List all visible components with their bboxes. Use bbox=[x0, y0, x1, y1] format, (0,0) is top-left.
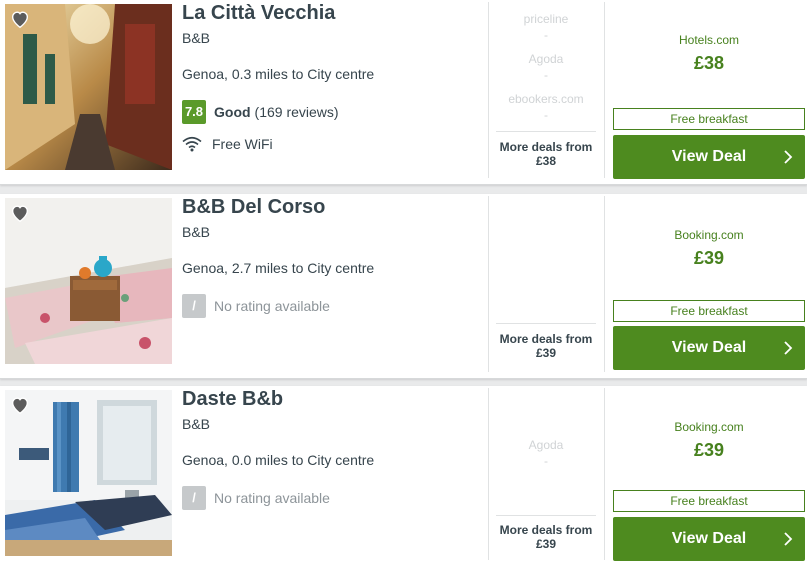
hotel-card: Daste B&b B&B Genoa, 0.0 miles to City c… bbox=[0, 386, 807, 564]
divider bbox=[488, 388, 489, 560]
wifi-icon bbox=[182, 136, 202, 152]
no-rating-badge: / bbox=[182, 294, 206, 318]
divider bbox=[488, 2, 489, 178]
chevron-right-icon bbox=[784, 150, 793, 164]
deal-site[interactable]: Agoda bbox=[496, 438, 596, 452]
more-deals-link[interactable]: More deals from £39 bbox=[496, 332, 596, 360]
no-rating-text: No rating available bbox=[214, 490, 330, 506]
amenity-label: Free WiFi bbox=[212, 136, 273, 152]
amenity: Free WiFi bbox=[182, 134, 273, 154]
hotel-type: B&B bbox=[182, 30, 211, 46]
review-count: (169 reviews) bbox=[254, 104, 339, 120]
divider bbox=[496, 323, 596, 324]
divider bbox=[604, 388, 605, 560]
hotel-card: La Città Vecchia B&B Genoa, 0.3 miles to… bbox=[0, 0, 807, 185]
heart-icon[interactable] bbox=[9, 202, 31, 224]
free-breakfast-badge: Free breakfast bbox=[613, 490, 805, 512]
hotel-name[interactable]: La Città Vecchia bbox=[182, 2, 335, 25]
hotel-photo[interactable] bbox=[5, 390, 172, 556]
view-deal-button[interactable]: View Deal bbox=[613, 517, 805, 561]
deal-price: - bbox=[544, 108, 548, 122]
hotel-type: B&B bbox=[182, 416, 211, 432]
view-deal-label: View Deal bbox=[671, 339, 747, 356]
rating: / No rating available bbox=[182, 294, 330, 318]
hotel-photo[interactable] bbox=[5, 198, 172, 364]
chevron-right-icon bbox=[784, 341, 793, 355]
deal-price: - bbox=[544, 454, 548, 468]
view-deal-label: View Deal bbox=[671, 148, 747, 165]
rating: / No rating available bbox=[182, 486, 330, 510]
hotel-distance: Genoa, 0.0 miles to City centre bbox=[182, 452, 375, 468]
free-breakfast-badge: Free breakfast bbox=[613, 108, 805, 130]
deal-site[interactable]: ebookers.com bbox=[496, 92, 596, 106]
no-rating-text: No rating available bbox=[214, 298, 330, 314]
deal-price: - bbox=[544, 28, 548, 42]
hotel-distance: Genoa, 2.7 miles to City centre bbox=[182, 260, 375, 276]
divider bbox=[604, 196, 605, 372]
provider-name[interactable]: Booking.com bbox=[613, 420, 805, 434]
free-breakfast-badge: Free breakfast bbox=[613, 300, 805, 322]
more-deals-label: More deals from bbox=[499, 332, 593, 346]
chevron-right-icon bbox=[784, 532, 793, 546]
rating-word: Good bbox=[214, 104, 251, 120]
price[interactable]: £39 bbox=[613, 440, 805, 461]
hotel-name[interactable]: B&B Del Corso bbox=[182, 196, 325, 219]
hotel-card: B&B Del Corso B&B Genoa, 2.7 miles to Ci… bbox=[0, 194, 807, 379]
deal-price: - bbox=[544, 68, 548, 82]
more-deals-label: More deals from bbox=[499, 140, 593, 154]
view-deal-label: View Deal bbox=[671, 530, 747, 547]
divider bbox=[496, 131, 596, 132]
view-deal-button[interactable]: View Deal bbox=[613, 326, 805, 370]
more-deals-label: More deals from bbox=[499, 523, 593, 537]
more-deals-link[interactable]: More deals from £39 bbox=[496, 523, 596, 551]
more-deals-link[interactable]: More deals from £38 bbox=[496, 140, 596, 168]
provider-name[interactable]: Hotels.com bbox=[613, 33, 805, 47]
heart-icon[interactable] bbox=[9, 394, 31, 416]
hotel-distance: Genoa, 0.3 miles to City centre bbox=[182, 66, 375, 82]
more-deals-price: £39 bbox=[535, 346, 557, 360]
divider bbox=[604, 2, 605, 178]
rating[interactable]: 7.8 Good (169 reviews) bbox=[182, 100, 339, 124]
hotel-photo[interactable] bbox=[5, 4, 172, 170]
deal-site[interactable]: priceline bbox=[496, 12, 596, 26]
hotel-type: B&B bbox=[182, 224, 211, 240]
no-rating-badge: / bbox=[182, 486, 206, 510]
provider-name[interactable]: Booking.com bbox=[613, 228, 805, 242]
hotel-name[interactable]: Daste B&b bbox=[182, 388, 283, 411]
heart-icon[interactable] bbox=[9, 8, 31, 30]
more-deals-price: £39 bbox=[535, 537, 557, 551]
rating-score: 7.8 bbox=[182, 100, 206, 124]
deal-site[interactable]: Agoda bbox=[496, 52, 596, 66]
divider bbox=[496, 515, 596, 516]
divider bbox=[488, 196, 489, 372]
price[interactable]: £39 bbox=[613, 248, 805, 269]
view-deal-button[interactable]: View Deal bbox=[613, 135, 805, 179]
more-deals-price: £38 bbox=[535, 154, 557, 168]
price[interactable]: £38 bbox=[613, 53, 805, 74]
